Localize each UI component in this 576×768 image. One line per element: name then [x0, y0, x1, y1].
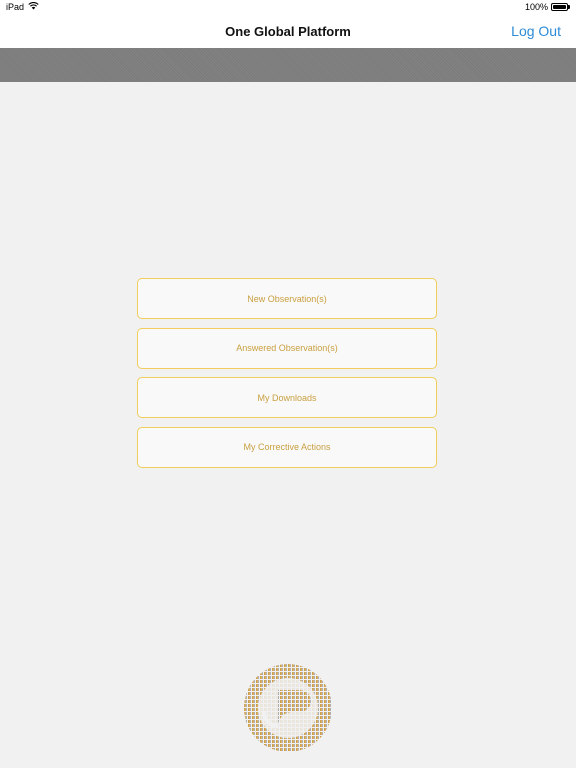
header-band: [0, 48, 576, 82]
main-menu: New Observation(s) Answered Observation(…: [137, 278, 437, 476]
answered-observations-button[interactable]: Answered Observation(s): [137, 327, 437, 369]
logout-button[interactable]: Log Out: [511, 23, 561, 39]
menu-button-label: Answered Observation(s): [236, 343, 338, 353]
app-logo: [240, 660, 336, 756]
status-bar: iPad 100%: [0, 0, 576, 16]
battery-percentage: 100%: [524, 2, 548, 12]
menu-button-label: My Corrective Actions: [243, 442, 331, 452]
navigation-bar: One Global Platform Log Out: [0, 16, 576, 48]
page-title: One Global Platform: [225, 24, 351, 39]
my-downloads-button[interactable]: My Downloads: [137, 377, 437, 418]
status-left: iPad: [6, 2, 39, 12]
app-screen: iPad 100% One Global Platform Log Out Ne…: [0, 0, 576, 768]
my-corrective-actions-button[interactable]: My Corrective Actions: [137, 426, 437, 468]
new-observations-button[interactable]: New Observation(s): [137, 278, 437, 319]
device-label: iPad: [6, 2, 25, 12]
battery-icon: [551, 3, 570, 11]
status-right: 100%: [525, 2, 570, 12]
menu-button-label: My Downloads: [257, 392, 317, 403]
menu-button-label: New Observation(s): [247, 293, 327, 304]
wifi-icon: [28, 2, 39, 12]
